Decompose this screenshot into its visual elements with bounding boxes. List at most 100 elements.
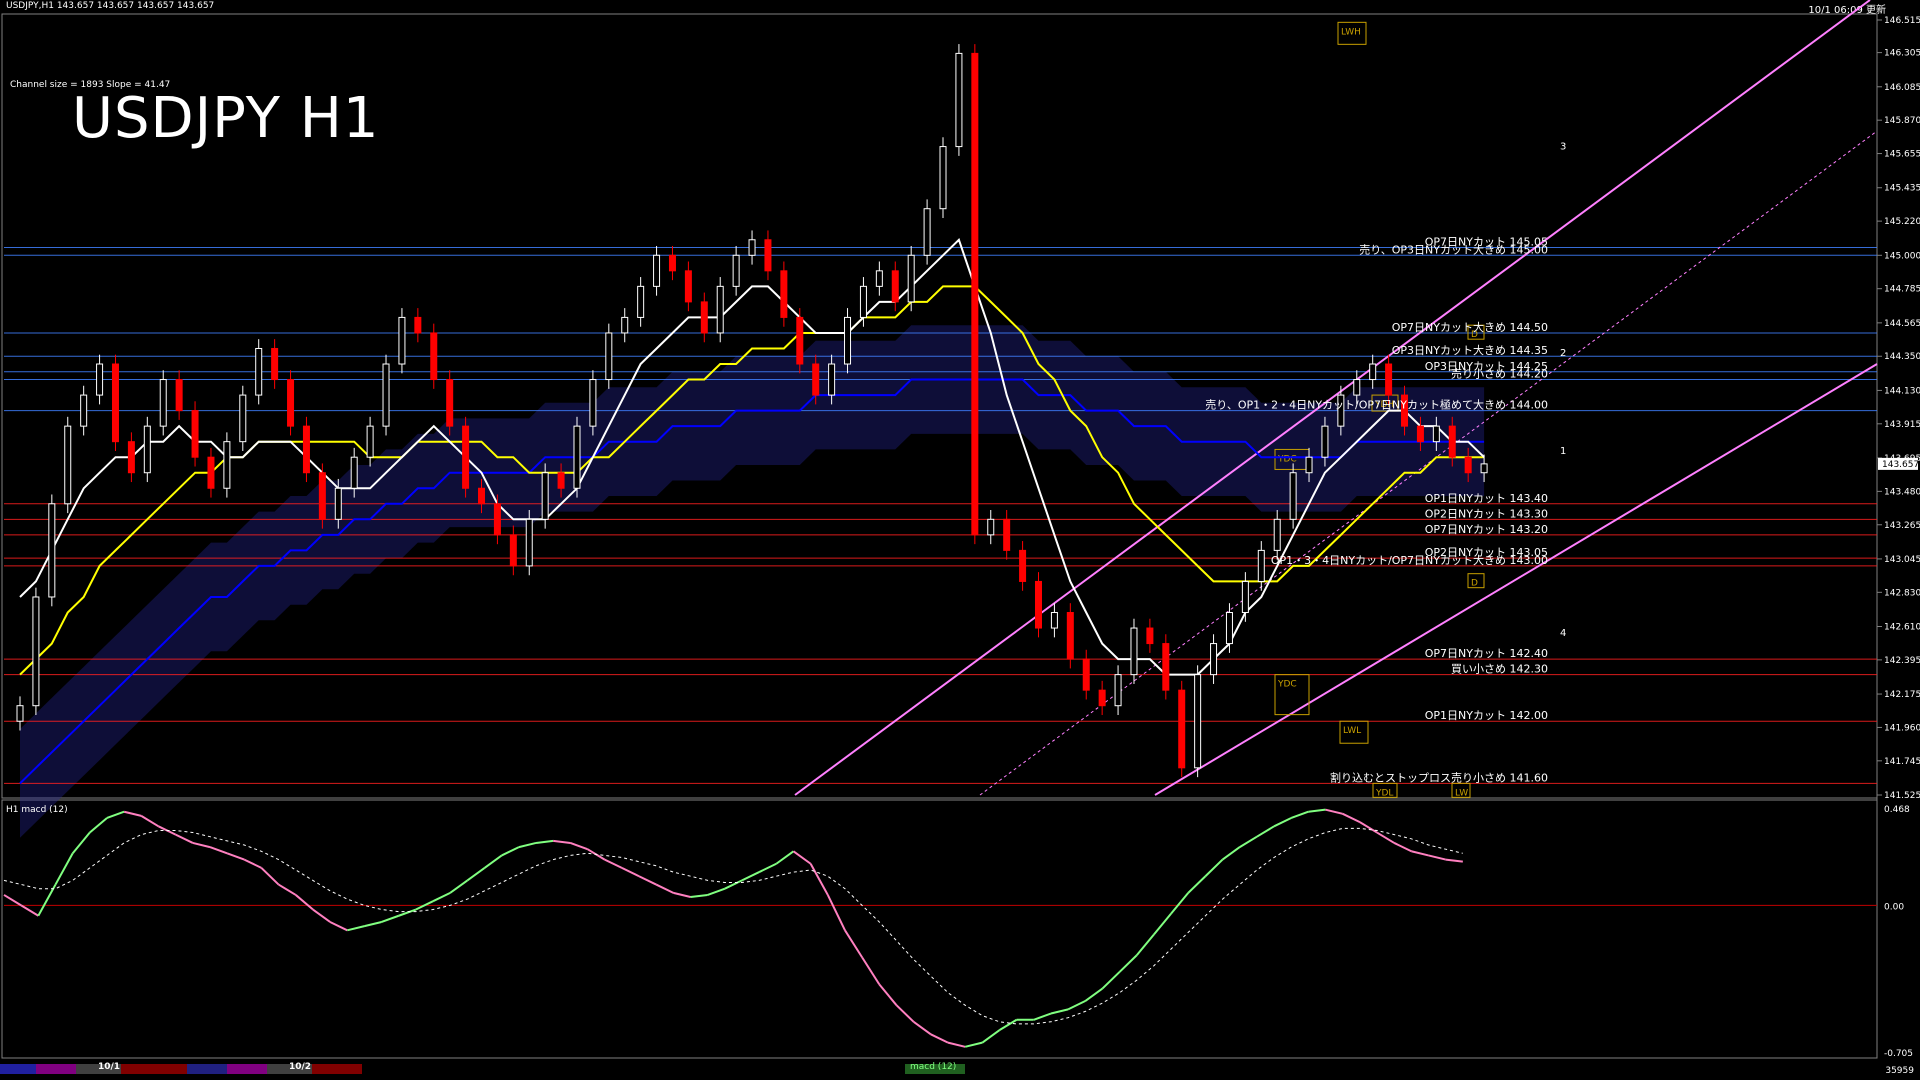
macd-main-segment — [20, 904, 39, 917]
macd-main-segment — [981, 1029, 1001, 1044]
macd-main-segment — [278, 883, 297, 896]
macd-main-segment — [209, 846, 228, 855]
macd-main-segment — [1411, 850, 1429, 857]
macd-main-segment — [775, 850, 795, 865]
date-tab-10-2[interactable]: 10/2 — [289, 1062, 311, 1072]
y-tick-label: 146.305 — [1884, 49, 1920, 59]
y-tick-label: 143.265 — [1884, 521, 1920, 531]
macd-main-segment — [535, 839, 554, 844]
candle-body — [478, 487, 486, 505]
candle-body — [987, 518, 995, 536]
candle-body — [525, 518, 533, 567]
candle-body — [1416, 425, 1424, 443]
macd-main-segment — [1084, 987, 1104, 1002]
macd-main-segment — [895, 1004, 915, 1023]
candle-body — [541, 472, 549, 520]
y-tick-label: 144.350 — [1884, 352, 1920, 362]
macd-main-segment — [809, 863, 829, 896]
candle-body — [955, 52, 963, 148]
macd-main-segment — [364, 921, 382, 928]
candle-body — [1194, 674, 1202, 769]
moving-averages — [19, 237, 1485, 785]
macd-main-segment — [1135, 933, 1155, 956]
macd-main-segment — [1221, 846, 1241, 861]
macd-main-segment — [673, 891, 691, 899]
candle-body — [812, 363, 820, 396]
y-tick-label: 145.870 — [1884, 116, 1920, 126]
candle-body — [653, 254, 661, 287]
range-box-label: LWL — [1343, 726, 1361, 736]
candle-body — [605, 332, 613, 381]
candle-body — [907, 254, 915, 303]
candle-body — [446, 379, 454, 427]
macd-tick-label: 0.00 — [1884, 902, 1904, 912]
candle-body — [414, 316, 422, 334]
macd-main-segment — [758, 862, 777, 873]
candle-body — [796, 316, 804, 365]
candle-body — [191, 410, 199, 458]
macd-main-segment — [347, 925, 365, 932]
macd-indicator: 0.468 0.00 -0.705 — [3, 805, 1913, 1059]
candle-body — [668, 254, 676, 272]
candle-body — [318, 472, 326, 520]
candle-body — [80, 394, 88, 427]
macd-main-segment — [483, 854, 503, 869]
macd-main-segment — [1342, 812, 1361, 824]
macd-main-segment — [913, 1021, 932, 1036]
macd-main-segment — [1118, 954, 1138, 973]
macd-main-segment — [501, 846, 520, 857]
price-chart[interactable]: 3214 LWHYDHYDCYDCYDLLWLLWDD OP7日NYカット 14… — [0, 0, 1920, 1080]
macd-main-segment — [741, 871, 760, 882]
macd-main-segment — [1325, 808, 1343, 815]
candle-body — [207, 456, 215, 489]
candle-body — [1432, 425, 1440, 443]
candle-body — [716, 285, 724, 334]
level-label: OP2日NYカット 143.30 — [1425, 507, 1548, 520]
candle-body — [382, 363, 390, 427]
macd-main-segment — [792, 850, 812, 865]
date-tab-10-1[interactable]: 10/1 — [98, 1062, 120, 1072]
macd-main-segment — [432, 891, 451, 903]
candle-body — [844, 316, 852, 365]
candle-body — [1019, 549, 1027, 582]
channel-number-label: 3 — [1560, 142, 1566, 153]
candle-body — [1066, 612, 1074, 660]
macd-main-segment — [1033, 1012, 1052, 1021]
period-separator-bar: 10/1 10/2 macd (12) — [0, 1062, 1920, 1080]
macd-main-segment — [1170, 892, 1190, 915]
candle-body — [302, 425, 310, 474]
channel-number-label: 1 — [1560, 446, 1566, 457]
macd-main-segment — [1153, 913, 1172, 936]
macd-main-segment — [1050, 1008, 1069, 1015]
candle-body — [1241, 580, 1249, 614]
level-label: OP1・3・4日NYカット/OP7日NYカット大きめ 143.00 — [1271, 553, 1548, 567]
macd-signal-line — [3, 827, 1463, 1025]
candle-body — [748, 239, 756, 256]
level-label: OP7日NYカット大きめ 144.50 — [1392, 320, 1548, 334]
macd-main-segment — [878, 983, 898, 1006]
macd-main-segment — [449, 879, 468, 894]
channel-number-label: 4 — [1560, 628, 1566, 639]
candle-body — [1257, 549, 1265, 582]
candle-body — [96, 363, 104, 396]
y-tick-label: 141.745 — [1884, 757, 1920, 767]
macd-main-segment — [398, 908, 417, 917]
macd-main-segment — [1204, 858, 1224, 877]
candle-body — [32, 596, 40, 707]
candle-body — [859, 285, 867, 318]
candle-body — [271, 347, 279, 381]
candle-body — [557, 472, 565, 489]
current-price-label: 143.657 — [1882, 460, 1919, 470]
candle-body — [255, 347, 263, 396]
corner-number: 35959 — [1885, 1066, 1914, 1076]
macd-main-segment — [381, 914, 400, 923]
macd-main-segment — [553, 839, 571, 844]
macd-main-segment — [998, 1018, 1018, 1032]
macd-main-segment — [1445, 858, 1463, 863]
macd-main-segment — [707, 887, 726, 896]
macd-tab-label[interactable]: macd (12) — [910, 1062, 956, 1072]
macd-main-segment — [947, 1041, 966, 1048]
macd-main-segment — [175, 833, 194, 844]
candle-body — [143, 425, 151, 474]
candle-body — [589, 379, 597, 427]
